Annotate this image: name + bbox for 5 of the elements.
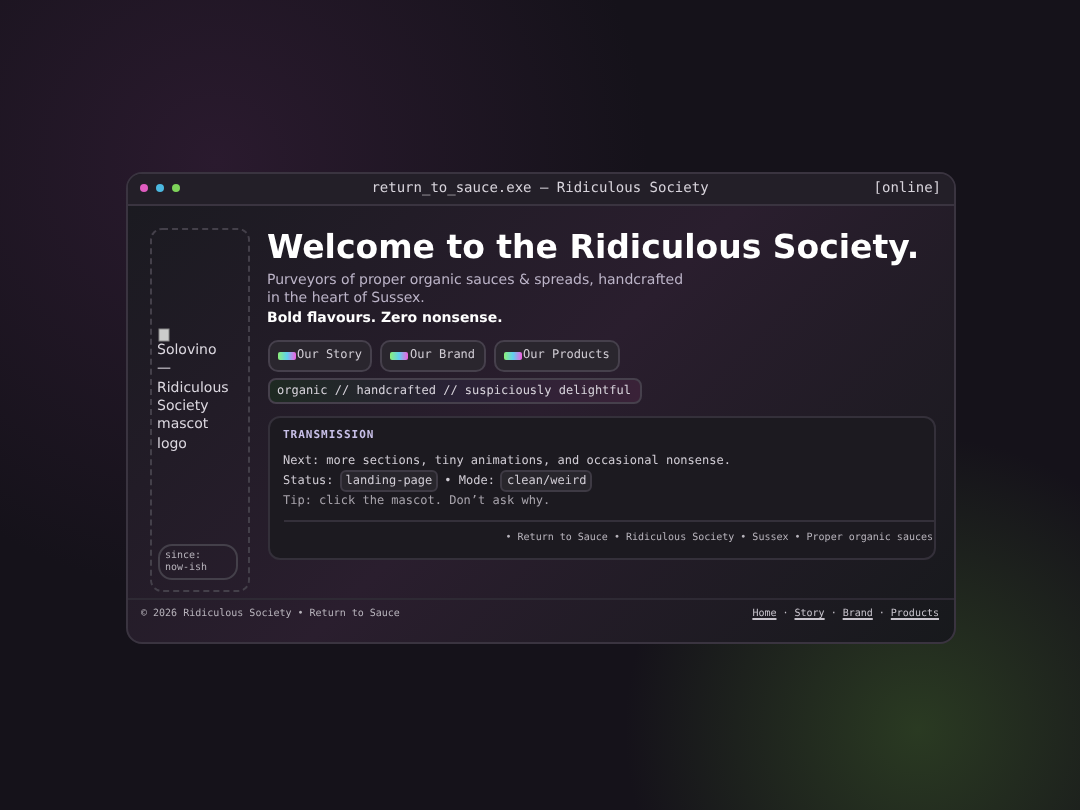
hero-heading: Welcome to the Ridiculous Society. [267, 227, 922, 267]
broken-image-icon [157, 328, 169, 343]
gradient-swatch-icon [277, 351, 295, 359]
gradient-swatch-icon [503, 351, 522, 359]
gradient-swatch-icon [390, 351, 409, 359]
